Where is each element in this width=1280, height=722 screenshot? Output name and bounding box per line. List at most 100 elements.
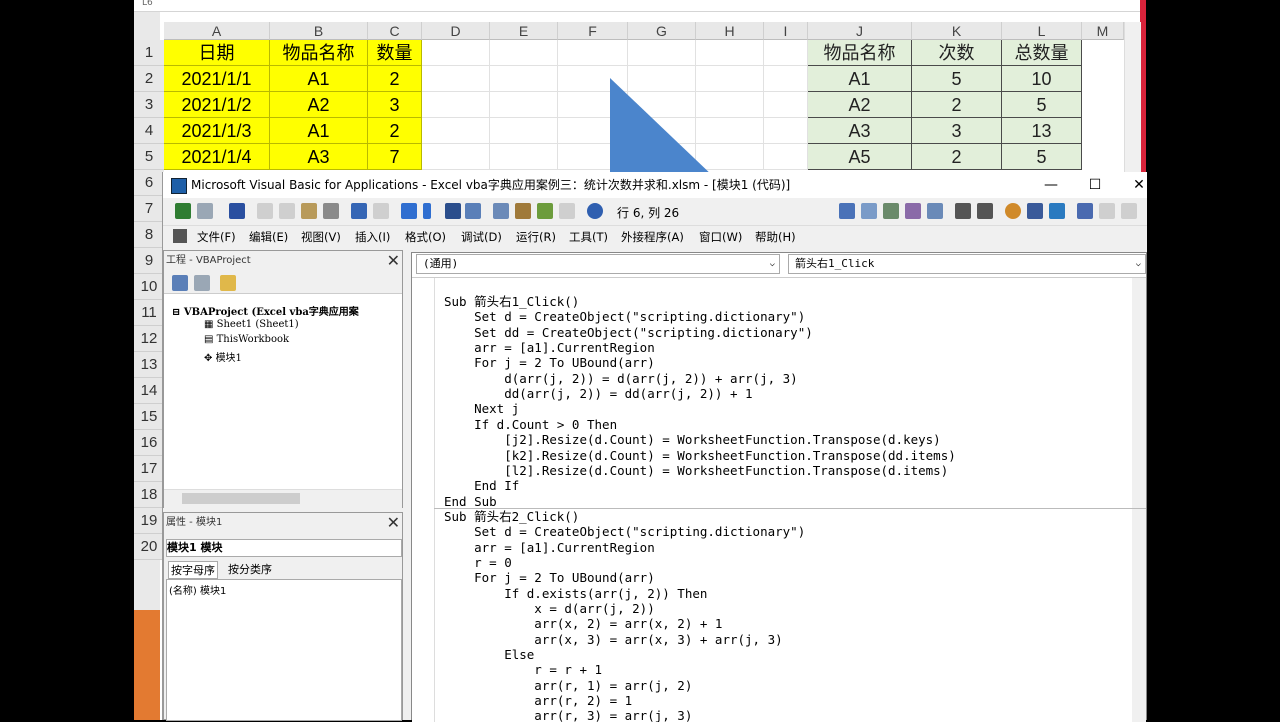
procedure-combo[interactable]: 箭头右1_Click ⌵ bbox=[788, 254, 1146, 274]
code-line[interactable]: arr(x, 3) = arr(x, 3) + arr(j, 3) bbox=[444, 632, 782, 647]
menu-item[interactable]: 帮助(H) bbox=[755, 226, 796, 248]
column-header-E[interactable]: E bbox=[490, 22, 558, 40]
code-line[interactable]: Set d = CreateObject("scripting.dictiona… bbox=[444, 309, 805, 324]
row-header-6[interactable]: 6 bbox=[134, 170, 164, 196]
cell[interactable] bbox=[490, 144, 558, 170]
tree-item-module1[interactable]: ✥ 模块1 bbox=[204, 349, 242, 364]
code-line[interactable]: If d.Count > 0 Then bbox=[444, 417, 617, 432]
project-explorer-close[interactable]: ✕ bbox=[387, 251, 400, 271]
cell[interactable] bbox=[422, 92, 490, 118]
table-cell[interactable]: 7 bbox=[368, 144, 422, 170]
column-header-B[interactable]: B bbox=[270, 22, 368, 40]
tree-root[interactable]: ⊟ VBAProject (Excel vba字典应用案 bbox=[172, 303, 359, 318]
tab-categorized[interactable]: 按分类序 bbox=[226, 561, 274, 577]
project-hscrollbar[interactable] bbox=[164, 489, 402, 508]
property-row-name[interactable]: (名称) 模块1 bbox=[167, 580, 401, 599]
help-icon[interactable] bbox=[587, 203, 603, 219]
vba-menu-icon[interactable] bbox=[173, 229, 187, 243]
menu-item[interactable]: 外接程序(A) bbox=[621, 226, 684, 248]
code-line[interactable]: r = r + 1 bbox=[444, 662, 602, 677]
insert-module-icon[interactable] bbox=[197, 203, 213, 219]
menu-item[interactable]: 运行(R) bbox=[516, 226, 556, 248]
tab-alphabetic[interactable]: 按字母序 bbox=[168, 561, 218, 579]
column-header-I[interactable]: I bbox=[764, 22, 808, 40]
outdent-icon[interactable] bbox=[861, 203, 877, 219]
uncomment-block-icon[interactable] bbox=[977, 203, 993, 219]
code-line[interactable]: Set dd = CreateObject("scripting.diction… bbox=[444, 325, 813, 340]
cell[interactable] bbox=[764, 144, 808, 170]
cut-icon[interactable] bbox=[257, 203, 273, 219]
result-cell[interactable]: 13 bbox=[1002, 118, 1082, 144]
expand-icon[interactable]: ⊟ bbox=[172, 307, 184, 318]
column-header-L[interactable]: L bbox=[1002, 22, 1082, 40]
column-header-M[interactable]: M bbox=[1082, 22, 1124, 40]
find-icon[interactable] bbox=[323, 203, 339, 219]
column-header-K[interactable]: K bbox=[912, 22, 1002, 40]
row-header-8[interactable]: 8 bbox=[134, 222, 164, 248]
code-line[interactable]: For j = 2 To UBound(arr) bbox=[444, 355, 655, 370]
menu-item[interactable]: 调试(D) bbox=[461, 226, 502, 248]
table-cell[interactable]: A1 bbox=[270, 118, 368, 144]
row-header-3[interactable]: 3 bbox=[134, 92, 164, 118]
menu-item[interactable]: 插入(I) bbox=[355, 226, 390, 248]
row-header-14[interactable]: 14 bbox=[134, 378, 164, 404]
code-editor[interactable]: Sub 箭头右1_Click() Set d = CreateObject("s… bbox=[412, 277, 1146, 722]
code-line[interactable]: Else bbox=[444, 647, 534, 662]
menu-item[interactable]: 编辑(E) bbox=[249, 226, 288, 248]
object-combo[interactable]: (通用) ⌵ bbox=[416, 254, 780, 274]
table-cell[interactable]: 2021/1/3 bbox=[164, 118, 270, 144]
table-cell[interactable]: A2 bbox=[270, 92, 368, 118]
row-header-1[interactable]: 1 bbox=[134, 40, 164, 66]
cell[interactable] bbox=[764, 40, 808, 66]
row-header-11[interactable]: 11 bbox=[134, 300, 164, 326]
row-header-13[interactable]: 13 bbox=[134, 352, 164, 378]
table-cell[interactable]: 2021/1/2 bbox=[164, 92, 270, 118]
menu-item[interactable]: 格式(O) bbox=[405, 226, 446, 248]
code-line[interactable]: x = d(arr(j, 2)) bbox=[444, 601, 654, 616]
toolbox-icon[interactable] bbox=[559, 203, 575, 219]
table-cell[interactable]: A1 bbox=[270, 66, 368, 92]
properties-grid[interactable]: (名称) 模块1 bbox=[166, 579, 402, 721]
code-line[interactable]: arr(x, 2) = arr(x, 2) + 1 bbox=[444, 616, 722, 631]
code-line[interactable]: r = 0 bbox=[444, 555, 512, 570]
row-header-7[interactable]: 7 bbox=[134, 196, 164, 222]
code-line[interactable]: arr = [a1].CurrentRegion bbox=[444, 340, 655, 355]
object-dropdown[interactable]: 模块1 模块 bbox=[166, 539, 402, 557]
copy-icon[interactable] bbox=[279, 203, 295, 219]
result-header-cell[interactable]: 物品名称 bbox=[808, 40, 912, 66]
next-bookmark-icon[interactable] bbox=[1049, 203, 1065, 219]
row-header-17[interactable]: 17 bbox=[134, 456, 164, 482]
clear-bookmarks-icon[interactable] bbox=[1099, 203, 1115, 219]
maximize-button[interactable]: ☐ bbox=[1075, 172, 1115, 198]
table-cell[interactable]: 2021/1/1 bbox=[164, 66, 270, 92]
object-browser-icon[interactable] bbox=[537, 203, 553, 219]
code-line[interactable]: arr(r, 1) = arr(j, 2) bbox=[444, 678, 692, 693]
indent-icon[interactable] bbox=[839, 203, 855, 219]
view-excel-icon[interactable] bbox=[175, 203, 191, 219]
sheet-vertical-scrollbar[interactable] bbox=[1124, 22, 1141, 172]
row-header-2[interactable]: 2 bbox=[134, 66, 164, 92]
table-header-cell[interactable]: 物品名称 bbox=[270, 40, 368, 66]
save-icon[interactable] bbox=[229, 203, 245, 219]
code-line[interactable]: If d.exists(arr(j, 2)) Then bbox=[444, 586, 707, 601]
row-header-9[interactable]: 9 bbox=[134, 248, 164, 274]
cell[interactable] bbox=[764, 66, 808, 92]
table-header-cell[interactable]: 日期 bbox=[164, 40, 270, 66]
menu-item[interactable]: 视图(V) bbox=[301, 226, 341, 248]
name-box[interactable]: L6 bbox=[142, 0, 153, 8]
column-header-F[interactable]: F bbox=[558, 22, 628, 40]
code-line[interactable]: Sub 箭头右2_Click() bbox=[444, 509, 579, 524]
view-code-icon[interactable] bbox=[172, 275, 188, 291]
code-line[interactable]: End Sub bbox=[444, 494, 497, 509]
break-icon[interactable] bbox=[423, 203, 431, 219]
design-mode-icon[interactable] bbox=[465, 203, 481, 219]
redo-icon[interactable] bbox=[373, 203, 389, 219]
result-cell[interactable]: 5 bbox=[1002, 144, 1082, 170]
view-object-icon[interactable] bbox=[194, 275, 210, 291]
cell[interactable] bbox=[764, 118, 808, 144]
cell[interactable] bbox=[764, 92, 808, 118]
cell[interactable] bbox=[490, 66, 558, 92]
arrow-shape[interactable] bbox=[610, 78, 715, 178]
code-line[interactable]: For j = 2 To UBound(arr) bbox=[444, 570, 655, 585]
cell[interactable] bbox=[490, 40, 558, 66]
